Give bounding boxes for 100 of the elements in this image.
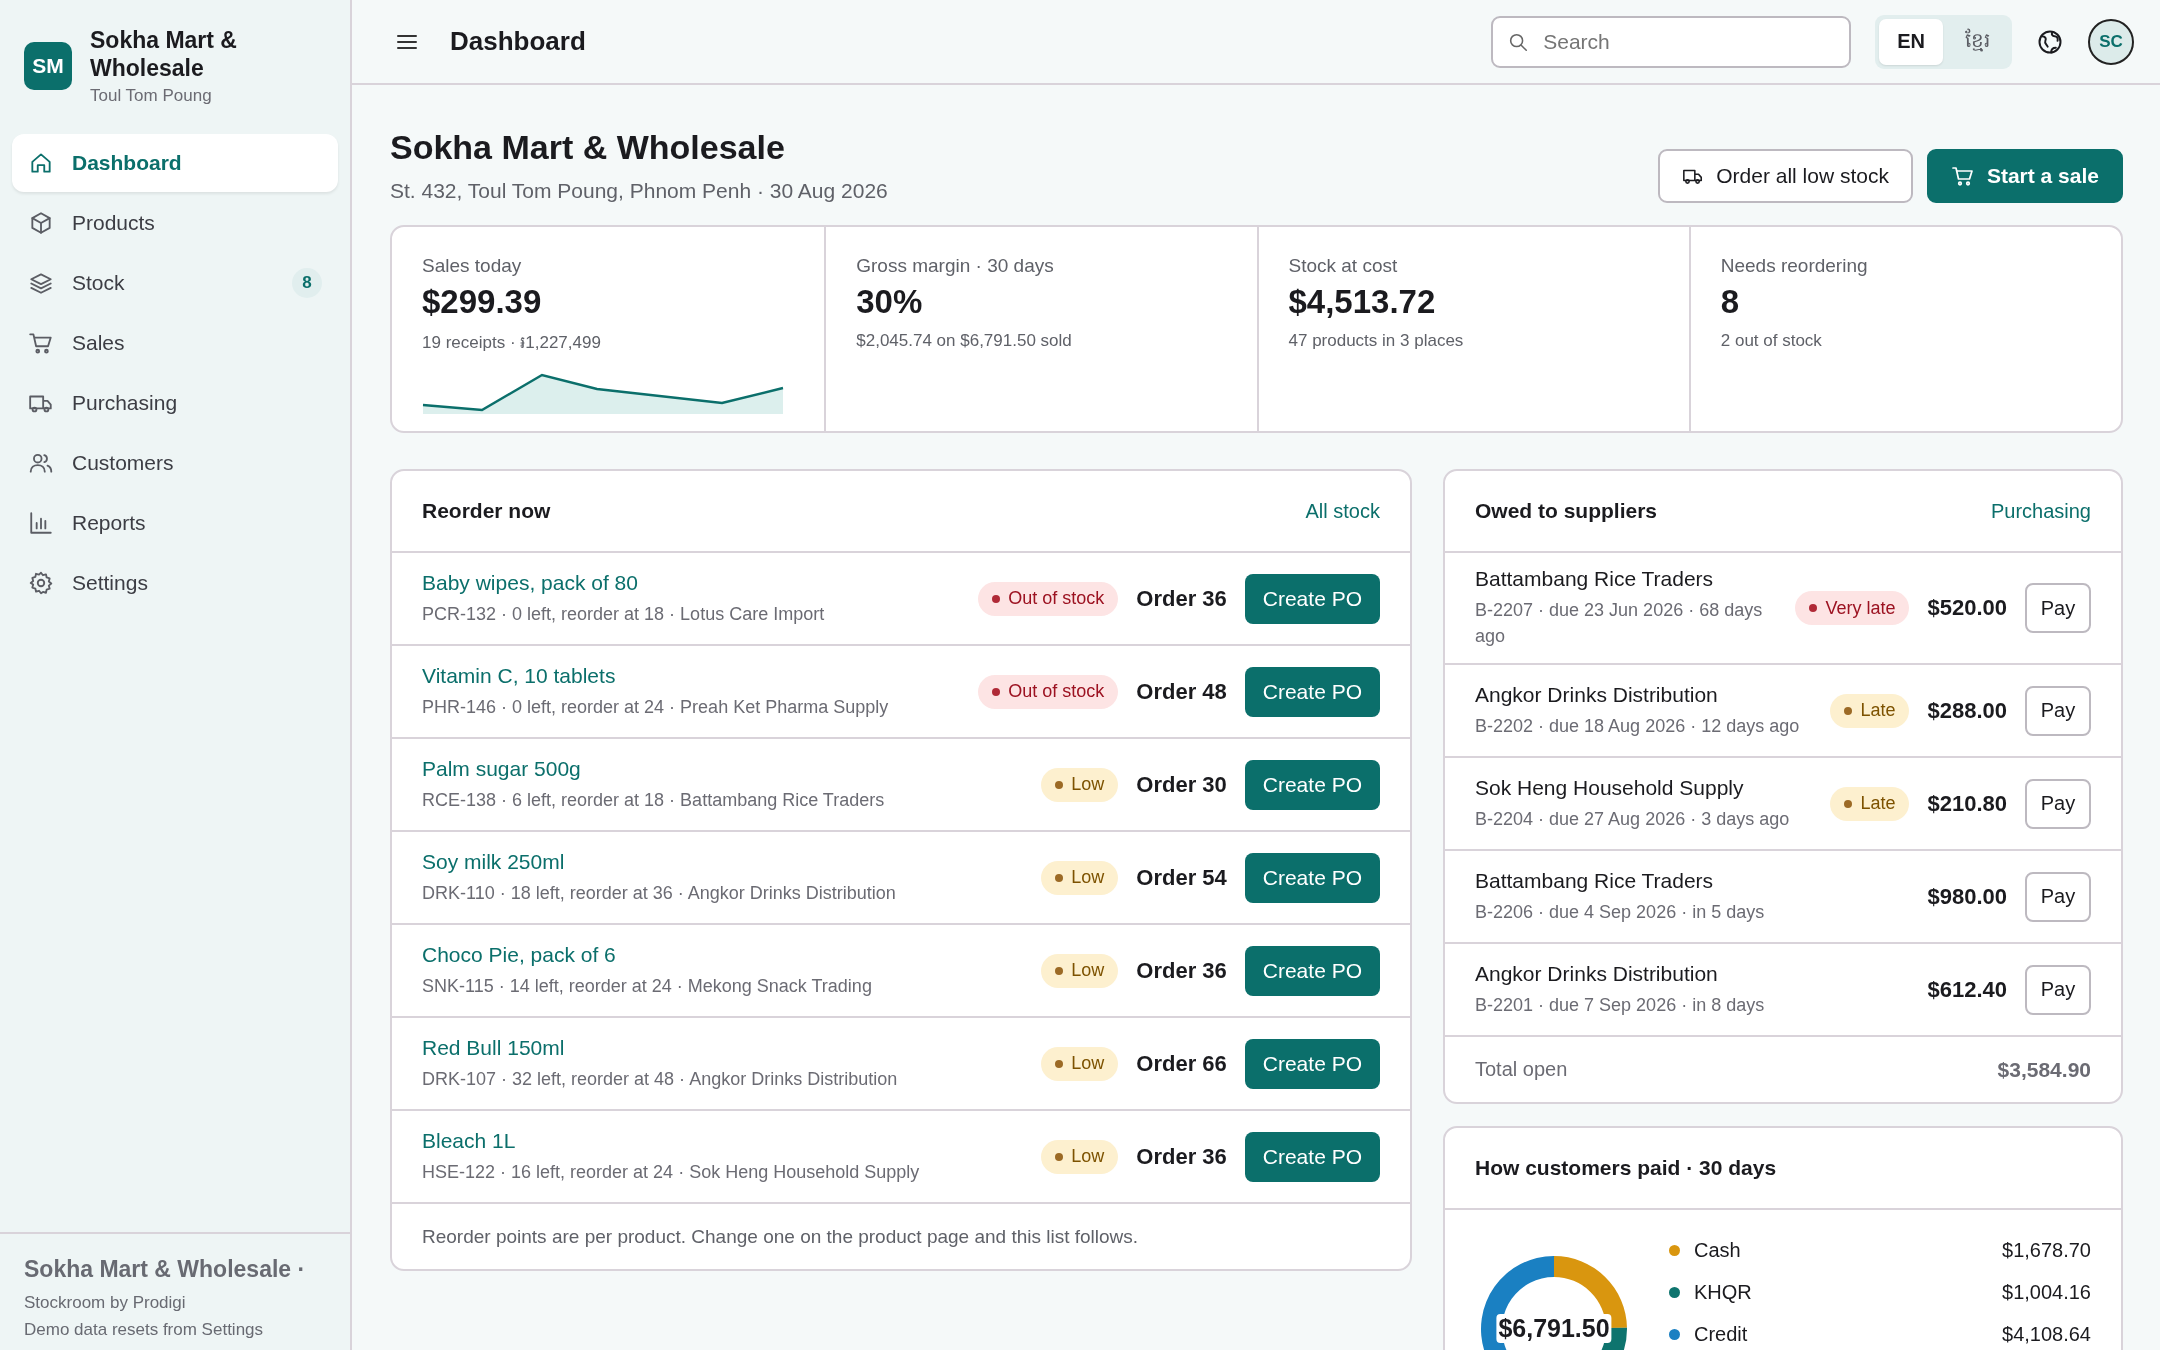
supplier-name: Angkor Drinks Distribution	[1475, 961, 1719, 986]
total-label: Total open	[1475, 1058, 1568, 1081]
card-title: Reorder now	[422, 499, 551, 523]
product-name[interactable]: Palm sugar 500g	[422, 756, 1024, 781]
stat-value: $4,513.72	[1288, 283, 1437, 321]
bar-chart-icon	[28, 510, 54, 536]
bill-amount: $612.40	[1927, 976, 2007, 1003]
product-name[interactable]: Choco Pie, pack of 6	[422, 942, 1024, 967]
card-title: How customers paid · 30 days	[1475, 1156, 1777, 1180]
stat-label: Gross margin · 30 days	[856, 255, 1055, 277]
count-badge: 8	[292, 268, 322, 298]
order-quantity: Order 54	[1136, 864, 1227, 891]
cart-icon	[1950, 164, 1975, 188]
nav-item[interactable]: Customers	[12, 434, 338, 492]
product-name[interactable]: Bleach 1L	[422, 1128, 1024, 1153]
status-badge: Late	[1830, 693, 1910, 728]
legend-label: Credit	[1694, 1322, 1749, 1346]
order-button[interactable]: Order all low stock	[1658, 149, 1913, 203]
donut-total: $6,791.50	[1496, 1314, 1612, 1343]
status-badge: Late	[1830, 786, 1910, 821]
product-name[interactable]: Soy milk 250ml	[422, 849, 1024, 874]
status-badge: Out of stock	[978, 674, 1119, 709]
product-detail: DRK-110 · 18 left, reorder at 36 · Angkor Drinks Distribution	[422, 881, 897, 905]
stat-value: 8	[1720, 283, 1741, 321]
nav-item[interactable]: Stock 8	[12, 254, 338, 312]
supplier-name: Battambang Rice Traders	[1475, 868, 1715, 893]
order-quantity: Order 36	[1136, 957, 1227, 984]
start-sale-button[interactable]: Start a sale	[1926, 149, 2123, 203]
create-po-button[interactable]: Create PO	[1244, 945, 1380, 996]
cart-icon	[28, 330, 54, 356]
pay-button[interactable]: Pay	[2025, 778, 2091, 829]
bill-amount: $520.00	[1927, 595, 2007, 621]
legend-amount: $4,108.64	[2002, 1322, 2091, 1346]
store-address: St. 432, Toul Tom Poung, Phnom Penh · 30 Aug 2026	[390, 178, 889, 203]
purchasing-link[interactable]: Purchasing	[1990, 499, 2091, 523]
order-quantity: Order 36	[1136, 1143, 1227, 1170]
cube-icon	[28, 210, 54, 236]
stat-label: Stock at cost	[1288, 255, 1399, 277]
status-badge: Low	[1041, 1139, 1119, 1174]
all-stock-link[interactable]: All stock	[1305, 499, 1380, 523]
supplier-name: Sok Heng Household Supply	[1475, 775, 1745, 800]
nav-item[interactable]: Reports	[12, 494, 338, 552]
create-po-button[interactable]: Create PO	[1244, 1131, 1380, 1182]
nav-item[interactable]: Sales	[12, 314, 338, 372]
store-heading: Sokha Mart & Wholesale	[390, 127, 786, 167]
pay-button[interactable]: Pay	[2025, 583, 2091, 633]
user-avatar[interactable]: SC	[2088, 18, 2134, 65]
store-name: Sokha Mart & Wholesale	[90, 26, 238, 82]
store-logo: SM	[24, 42, 72, 90]
order-quantity: Order 36	[1136, 585, 1227, 612]
footer-title: Sokha Mart & Wholesale ·	[24, 1256, 307, 1283]
create-po-button[interactable]: Create PO	[1244, 1038, 1380, 1089]
status-badge: Very late	[1795, 591, 1910, 625]
legend-amount: $1,004.16	[2002, 1280, 2091, 1304]
create-po-button[interactable]: Create PO	[1244, 573, 1380, 624]
bill-detail: B-2201 · due 7 Sep 2026 · in 8 days	[1475, 993, 1766, 1017]
nav-item[interactable]: Purchasing	[12, 374, 338, 432]
legend-label: Cash	[1694, 1238, 1742, 1262]
store-location: Toul Tom Poung	[90, 86, 213, 106]
pay-button[interactable]: Pay	[2025, 685, 2091, 736]
status-badge: Low	[1041, 1046, 1119, 1081]
product-name[interactable]: Red Bull 150ml	[422, 1035, 1024, 1060]
bill-amount: $210.80	[1927, 790, 2007, 817]
product-name[interactable]: Baby wipes, pack of 80	[422, 570, 961, 595]
product-detail: SNK-115 · 14 left, reorder at 24 · Mekong Snack Trading	[422, 974, 873, 998]
stat-label: Needs reordering	[1720, 255, 1869, 277]
menu-icon[interactable]	[396, 32, 418, 51]
search-field[interactable]: Search	[1491, 15, 1852, 68]
order-quantity: Order 66	[1136, 1050, 1227, 1077]
status-badge: Low	[1041, 953, 1119, 988]
create-po-button[interactable]: Create PO	[1244, 759, 1380, 810]
language-option[interactable]: EN	[1879, 18, 1943, 65]
nav-item[interactable]: Settings	[12, 554, 338, 612]
pay-button[interactable]: Pay	[2025, 871, 2091, 922]
order-quantity: Order 30	[1136, 771, 1227, 798]
nav-item[interactable]: Dashboard	[12, 134, 338, 192]
card-title: Owed to suppliers	[1475, 499, 1658, 523]
product-detail: PHR-146 · 0 left, reorder at 24 · Preah Ket Pharma Supply	[422, 695, 890, 719]
supplier-name: Angkor Drinks Distribution	[1475, 682, 1719, 707]
bill-detail: B-2206 · due 4 Sep 2026 · in 5 days	[1475, 900, 1766, 924]
order-quantity: Order 48	[1136, 678, 1227, 705]
legend-label: KHQR	[1694, 1280, 1753, 1304]
stat-value: $299.39	[422, 283, 543, 321]
bill-detail: B-2207 · due 23 Jun 2026 · 68 days ago	[1475, 599, 1764, 648]
pay-button[interactable]: Pay	[2025, 964, 2091, 1015]
footer-text: Stockroom by Prodigi	[24, 1292, 187, 1314]
status-badge: Low	[1041, 767, 1119, 802]
footer-text: Demo data resets from Settings	[24, 1319, 265, 1341]
stat-note: 2 out of stock	[1720, 331, 1823, 351]
product-detail: RCE-138 · 6 left, reorder at 18 · Battambang Rice Traders	[422, 788, 886, 812]
footnote: Reorder points are per product. Change one on the product page and this list follows.	[421, 1224, 1140, 1249]
create-po-button[interactable]: Create PO	[1244, 852, 1380, 903]
create-po-button[interactable]: Create PO	[1244, 666, 1380, 717]
page-title: Dashboard	[450, 26, 587, 57]
language-option[interactable]: ខ្មែរ	[1947, 18, 2008, 65]
product-name[interactable]: Vitamin C, 10 tablets	[422, 663, 961, 688]
nav-item[interactable]: Products	[12, 194, 338, 252]
stat-note: 47 products in 3 places	[1288, 331, 1465, 351]
supplier-name: Battambang Rice Traders	[1475, 567, 1715, 591]
stat-value: 30%	[856, 283, 924, 321]
